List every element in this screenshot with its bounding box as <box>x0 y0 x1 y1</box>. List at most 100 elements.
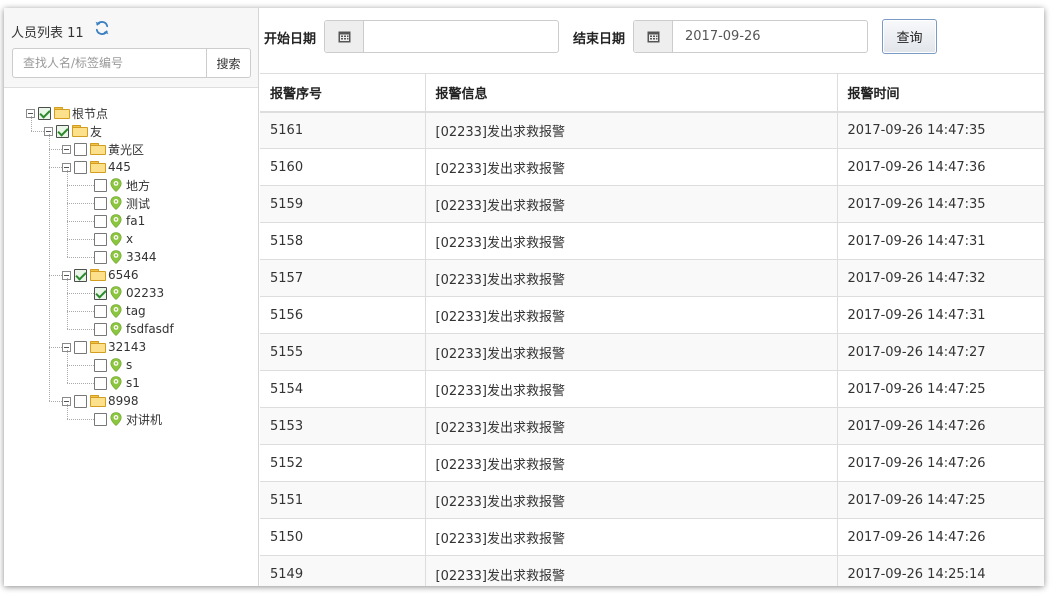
folder-icon <box>90 395 106 407</box>
table-row[interactable]: 5158 [02233]发出求救报警 2017-09-26 14:47:31 <box>260 222 1044 260</box>
tree-node-label-person: s1 <box>126 376 140 390</box>
cell-alarm-id: 5153 <box>260 407 425 445</box>
folder-icon <box>54 107 70 119</box>
tree-checkbox[interactable] <box>94 304 107 318</box>
collapse-toggle-icon[interactable] <box>62 144 71 154</box>
tree-checkbox[interactable] <box>94 232 107 246</box>
table-row[interactable]: 5152 [02233]发出求救报警 2017-09-26 14:47:26 <box>260 444 1044 482</box>
query-button[interactable]: 查询 <box>882 19 937 54</box>
calendar-icon[interactable] <box>634 21 673 52</box>
tree-checkbox[interactable] <box>94 358 107 372</box>
table-row[interactable]: 5156 [02233]发出求救报警 2017-09-26 14:47:31 <box>260 296 1044 334</box>
table-row[interactable]: 5149 [02233]发出求救报警 2017-09-26 14:25:14 <box>260 555 1044 586</box>
cell-alarm-time: 2017-09-26 14:25:14 <box>836 555 1044 586</box>
cell-alarm-time: 2017-09-26 14:47:26 <box>836 407 1044 445</box>
cell-alarm-time: 2017-09-26 14:47:26 <box>836 444 1044 482</box>
table-row[interactable]: 5160 [02233]发出求救报警 2017-09-26 14:47:36 <box>260 148 1044 186</box>
cell-alarm-info: [02233]发出求救报警 <box>424 111 837 149</box>
start-date-input[interactable] <box>364 21 558 52</box>
cell-alarm-time: 2017-09-26 14:47:36 <box>836 148 1044 186</box>
tree-node[interactable]: 友 <box>44 122 102 140</box>
refresh-icon[interactable] <box>94 20 110 36</box>
tree-checkbox[interactable] <box>94 178 107 192</box>
tree-connector <box>67 278 68 329</box>
table-row[interactable]: 5161 [02233]发出求救报警 2017-09-26 14:47:35 <box>260 111 1044 149</box>
search-button[interactable]: 搜索 <box>206 49 250 77</box>
table-row[interactable]: 5159 [02233]发出求救报警 2017-09-26 14:47:35 <box>260 185 1044 223</box>
cell-alarm-info: [02233]发出求救报警 <box>424 259 837 297</box>
tree-node[interactable]: 6546 <box>62 266 139 284</box>
tree-checkbox[interactable] <box>94 376 107 390</box>
tree-connector <box>67 350 68 383</box>
tree-node[interactable]: 3344 <box>94 248 157 266</box>
tree-checkbox[interactable] <box>94 322 107 336</box>
table-row[interactable]: 5155 [02233]发出求救报警 2017-09-26 14:47:27 <box>260 333 1044 371</box>
tree-checkbox[interactable] <box>94 250 107 264</box>
tree-checkbox[interactable] <box>94 214 107 228</box>
cell-alarm-id: 5155 <box>260 333 425 371</box>
tree-node[interactable]: x <box>94 230 133 248</box>
cell-alarm-info: [02233]发出求救报警 <box>424 296 837 334</box>
tree-node-label-person: s <box>126 358 133 372</box>
cell-alarm-id: 5161 <box>260 111 425 149</box>
tree-checkbox[interactable] <box>94 196 107 210</box>
tree-node[interactable]: s1 <box>94 374 140 392</box>
end-date-input[interactable] <box>673 21 867 52</box>
table-row[interactable]: 5154 [02233]发出求救报警 2017-09-26 14:47:25 <box>260 370 1044 408</box>
tree-node[interactable]: fsdfasdf <box>94 320 174 338</box>
tree-node[interactable]: 地方 <box>94 176 150 194</box>
tree-connector <box>49 167 62 168</box>
person-search-input[interactable] <box>13 49 206 77</box>
cell-alarm-id: 5149 <box>260 555 425 586</box>
tree-checkbox[interactable] <box>74 394 87 408</box>
location-pin-icon <box>110 358 122 372</box>
cell-alarm-time: 2017-09-26 14:47:25 <box>836 370 1044 408</box>
tree-node[interactable]: s <box>94 356 132 374</box>
cell-alarm-time: 2017-09-26 14:47:35 <box>836 111 1044 149</box>
tree-node[interactable]: fa1 <box>94 212 145 230</box>
cell-alarm-id: 5158 <box>260 222 425 260</box>
tree-checkbox[interactable] <box>74 340 87 354</box>
tree-node-label-folder: 6546 <box>108 268 139 282</box>
cell-alarm-time: 2017-09-26 14:47:35 <box>836 185 1044 223</box>
tree-node-label-person: 02233 <box>126 286 165 300</box>
tree-checkbox[interactable] <box>94 286 107 300</box>
table-row[interactable]: 5150 [02233]发出求救报警 2017-09-26 14:47:26 <box>260 518 1044 556</box>
personnel-list-title: 人员列表 11 <box>11 26 84 41</box>
table-row[interactable]: 5157 [02233]发出求救报警 2017-09-26 14:47:32 <box>260 259 1044 297</box>
tree-checkbox[interactable] <box>38 106 51 120</box>
tree-checkbox[interactable] <box>74 160 87 174</box>
tree-node[interactable]: 32143 <box>62 338 146 356</box>
cell-alarm-info: [02233]发出求救报警 <box>424 333 837 371</box>
tree-connector <box>67 419 94 420</box>
tree-connector <box>67 185 94 186</box>
cell-alarm-info: [02233]发出求救报警 <box>424 407 837 445</box>
table-row[interactable]: 5151 [02233]发出求救报警 2017-09-26 14:47:25 <box>260 481 1044 519</box>
tree-node[interactable]: 黄光区 <box>62 140 144 158</box>
tree-connector <box>67 329 94 330</box>
cell-alarm-info: [02233]发出求救报警 <box>424 518 837 556</box>
tree-node[interactable]: 测试 <box>94 194 150 212</box>
tree-checkbox[interactable] <box>74 142 87 156</box>
location-pin-icon <box>110 322 122 336</box>
location-pin-icon <box>110 178 122 192</box>
tree-node[interactable]: 02233 <box>94 284 164 302</box>
column-header-alarm-time[interactable]: 报警时间 <box>836 73 1044 113</box>
person-search-box: 搜索 <box>12 48 251 78</box>
tree-connector <box>49 275 62 276</box>
tree-checkbox[interactable] <box>94 412 107 426</box>
column-header-alarm-info[interactable]: 报警信息 <box>424 73 837 113</box>
tree-node[interactable]: 8998 <box>62 392 139 410</box>
tree-node[interactable]: 445 <box>62 158 131 176</box>
table-row[interactable]: 5153 [02233]发出求救报警 2017-09-26 14:47:26 <box>260 407 1044 445</box>
tree-connector <box>31 116 32 131</box>
tree-checkbox[interactable] <box>56 124 69 138</box>
tree-node[interactable]: 根节点 <box>26 104 108 122</box>
tree-connector <box>67 311 94 312</box>
calendar-icon[interactable] <box>325 21 364 52</box>
column-header-alarm-id[interactable]: 报警序号 <box>260 73 425 113</box>
tree-checkbox[interactable] <box>74 268 87 282</box>
tree-node[interactable]: tag <box>94 302 146 320</box>
tree-connector <box>67 293 94 294</box>
tree-node[interactable]: 对讲机 <box>94 410 162 428</box>
